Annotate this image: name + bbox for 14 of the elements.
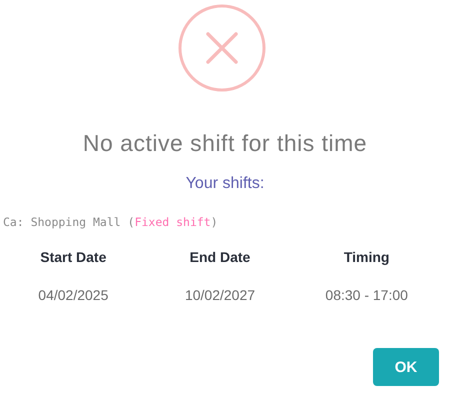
dialog-title: No active shift for this time bbox=[82, 130, 368, 157]
table-cell-text: 08:30 - 17:00 bbox=[324, 287, 409, 303]
shifts-heading: Your shifts: bbox=[186, 175, 264, 193]
column-header: End Date bbox=[188, 249, 252, 265]
ok-button[interactable]: OK bbox=[373, 348, 439, 386]
opening-parenthesis: ( bbox=[128, 215, 135, 229]
error-x-icon bbox=[178, 4, 266, 92]
table-cell-text: 10/02/2027 bbox=[184, 287, 256, 303]
closing-parenthesis: ) bbox=[210, 215, 218, 229]
table-cell-text: 04/02/2025 bbox=[37, 287, 110, 303]
column-header: Timing bbox=[342, 249, 390, 265]
shift-location: Ca: Shopping Mall bbox=[3, 215, 121, 229]
column-header: Start Date bbox=[39, 249, 108, 265]
shift-type: Fixed shift bbox=[134, 215, 211, 229]
